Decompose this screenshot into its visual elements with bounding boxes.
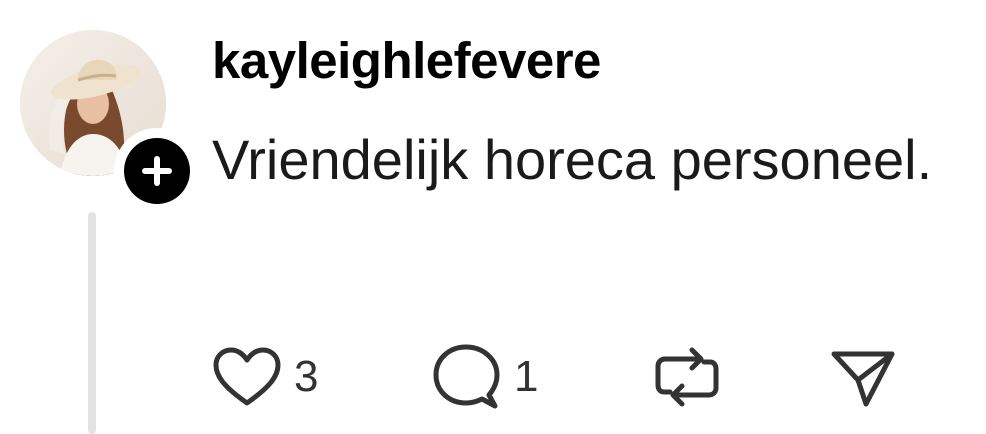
username[interactable]: kayleighlefevere bbox=[212, 30, 601, 92]
follow-badge-circle bbox=[124, 138, 190, 204]
heart-icon bbox=[213, 347, 281, 406]
like-count: 3 bbox=[294, 352, 319, 401]
avatar-container bbox=[20, 30, 200, 214]
like-button[interactable]: 3 bbox=[212, 340, 318, 414]
post-text: Vriendelijk horeca personeel. bbox=[212, 128, 933, 191]
thread-post: kayleighlefevere Vriendelijk horeca pers… bbox=[0, 0, 986, 434]
repost-icon bbox=[655, 347, 719, 407]
reply-count: 1 bbox=[514, 352, 539, 401]
thread-line bbox=[88, 212, 96, 434]
reply-button[interactable]: 1 bbox=[432, 340, 538, 414]
send-icon bbox=[831, 351, 895, 407]
share-button[interactable] bbox=[830, 340, 896, 414]
follow-button[interactable] bbox=[114, 128, 200, 214]
plus-icon bbox=[142, 156, 172, 186]
comment-icon bbox=[433, 344, 500, 409]
repost-button[interactable] bbox=[652, 340, 722, 414]
